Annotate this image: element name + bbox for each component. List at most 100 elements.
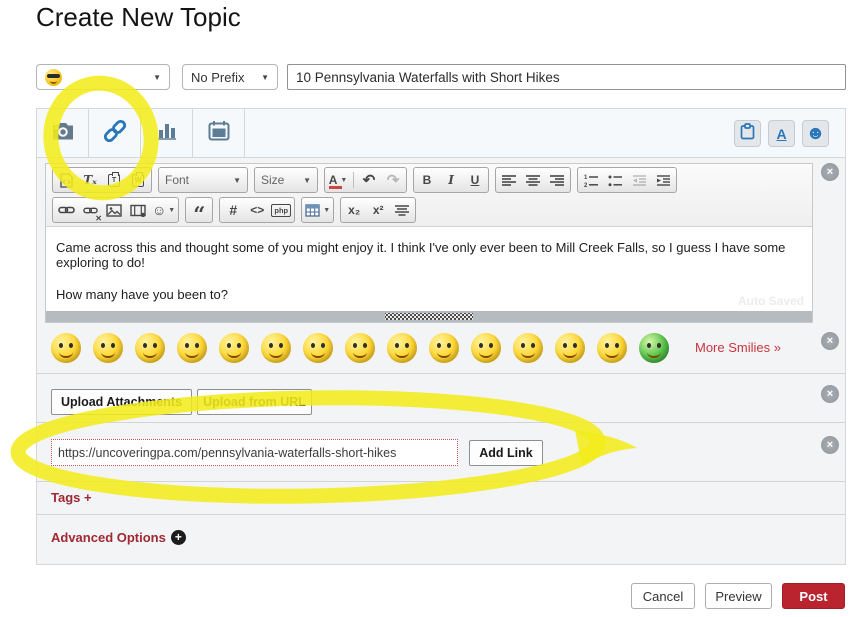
view-source-button[interactable]	[54, 169, 78, 192]
plus-icon: +	[170, 530, 186, 545]
more-smilies-link[interactable]: More Smilies »	[695, 340, 781, 355]
prefix-select[interactable]: No Prefix ▼	[182, 64, 278, 90]
post-button[interactable]: Post	[782, 583, 845, 609]
chevron-down-icon: ▼	[340, 176, 348, 184]
smiley-item[interactable]	[639, 332, 669, 363]
paste-from-word-button[interactable]: W	[126, 169, 150, 192]
chevron-down-icon: ▼	[303, 175, 311, 185]
smiley-item[interactable]	[471, 332, 501, 363]
text-color-button[interactable]: A ▼	[326, 169, 350, 192]
smiley-item[interactable]	[51, 332, 81, 363]
media-tab-bar: A ☻	[37, 109, 845, 158]
undo-button[interactable]: ↶	[357, 169, 381, 192]
cancel-button[interactable]: Cancel	[631, 583, 695, 609]
php-button[interactable]: php	[269, 199, 293, 222]
smiley-item[interactable]	[513, 332, 543, 363]
close-link-row-button[interactable]: ×	[821, 436, 839, 454]
font-family-select[interactable]: Font ▼	[160, 169, 246, 192]
post-paragraph: Came across this and thought some of you…	[56, 240, 786, 270]
font-color-button[interactable]: A	[768, 120, 795, 147]
prefix-select-value: No Prefix	[191, 69, 245, 85]
section-divider	[37, 422, 845, 423]
smilies-toggle-button[interactable]: ☻	[802, 120, 829, 147]
chevron-down-icon: ▼	[153, 72, 161, 82]
link-tab[interactable]	[89, 109, 141, 157]
superscript-button[interactable]: x²	[366, 199, 390, 222]
insert-media-button[interactable]	[126, 199, 150, 222]
blockquote-button[interactable]: “	[187, 199, 211, 225]
editor-smiley-button[interactable]: ☺ ▼	[150, 199, 177, 222]
topic-icon-select[interactable]: ▼	[36, 64, 170, 90]
cool-smiley-icon	[45, 68, 62, 86]
calendar-icon	[208, 120, 230, 146]
insert-link-button[interactable]	[54, 199, 78, 222]
link-url-input[interactable]	[51, 439, 458, 466]
bold-button[interactable]: B	[415, 169, 439, 192]
chevron-down-icon: ▼	[233, 175, 241, 185]
section-divider	[37, 373, 845, 374]
smiley-item[interactable]	[303, 332, 333, 363]
smiley-item[interactable]	[429, 332, 459, 363]
smiley-item[interactable]	[345, 332, 375, 363]
font-size-select[interactable]: Size ▼	[256, 169, 316, 192]
smiley-icon: ☻	[805, 123, 826, 144]
chevron-down-icon: ▼	[168, 206, 176, 214]
hash-button[interactable]: #	[221, 199, 245, 222]
insert-image-button[interactable]	[102, 199, 126, 222]
smiley-icon: ☺	[152, 202, 167, 218]
remove-format-button[interactable]: Tₓ	[78, 169, 102, 192]
poll-tab[interactable]	[141, 109, 193, 157]
chevron-down-icon: ▼	[323, 206, 331, 214]
outdent-button	[627, 169, 651, 192]
editor-resize-bar[interactable]	[46, 311, 812, 322]
preview-button[interactable]: Preview	[705, 583, 772, 609]
rich-text-editor: Tₓ T W Font ▼ Size ▼ A ▼ ↶ ↷ B I U 1 2 ✕…	[45, 163, 813, 323]
upload-attachments-button[interactable]: Upload Attachments	[51, 389, 192, 415]
smiley-item[interactable]	[261, 332, 291, 363]
camera-icon	[51, 121, 75, 146]
paste-text-icon: T	[108, 171, 120, 187]
paste-button[interactable]	[734, 120, 761, 147]
link-icon	[100, 118, 130, 149]
smiley-item[interactable]	[597, 332, 627, 363]
smiley-item[interactable]	[93, 332, 123, 363]
clipboard-icon	[740, 122, 755, 145]
smiley-item[interactable]	[387, 332, 417, 363]
smiley-item[interactable]	[555, 332, 585, 363]
smiley-item[interactable]	[219, 332, 249, 363]
align-center-button[interactable]	[521, 169, 545, 192]
subscript-button[interactable]: x₂	[342, 199, 366, 222]
svg-text:2: 2	[584, 183, 588, 187]
paste-as-text-button[interactable]: T	[102, 169, 126, 192]
align-left-button[interactable]	[497, 169, 521, 192]
smiley-item[interactable]	[135, 332, 165, 363]
close-editor-button[interactable]: ×	[821, 163, 839, 181]
table-button[interactable]: ▼	[303, 199, 332, 222]
close-attachments-button[interactable]: ×	[821, 385, 839, 403]
photo-tab[interactable]	[37, 109, 89, 157]
code-button[interactable]: <>	[245, 199, 269, 222]
advanced-options-link[interactable]: Advanced Options +	[51, 530, 186, 545]
smiley-item[interactable]	[177, 332, 207, 363]
resize-handle-icon	[385, 313, 473, 320]
svg-text:1: 1	[584, 175, 588, 181]
paste-word-icon: W	[132, 171, 144, 187]
chevron-down-icon: ▼	[261, 72, 269, 82]
indent-button[interactable]	[651, 169, 675, 192]
underline-button[interactable]: U	[463, 169, 487, 192]
italic-button[interactable]: I	[439, 169, 463, 192]
bar-chart-icon	[157, 121, 177, 145]
align-right-button[interactable]	[545, 169, 569, 192]
remove-link-button[interactable]: ✕	[78, 199, 102, 223]
horizontal-rule-button[interactable]	[390, 199, 414, 222]
editor-content-area[interactable]: Came across this and thought some of you…	[46, 227, 812, 311]
editor-side-buttons: A ☻	[734, 120, 829, 147]
upload-from-url-button[interactable]: Upload from URL	[197, 389, 312, 415]
topic-title-input[interactable]	[287, 64, 846, 90]
event-tab[interactable]	[193, 109, 245, 157]
page-title: Create New Topic	[36, 2, 241, 32]
numbered-list-button[interactable]: 12	[579, 169, 603, 192]
bullet-list-button[interactable]	[603, 169, 627, 192]
add-link-button[interactable]: Add Link	[469, 440, 543, 466]
tags-link[interactable]: Tags +	[51, 490, 92, 505]
